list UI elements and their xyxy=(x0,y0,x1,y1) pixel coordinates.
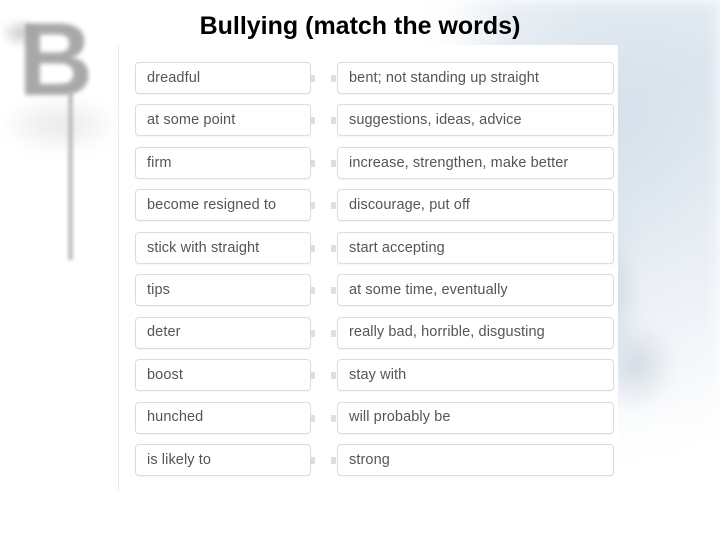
term-card[interactable]: is likely to xyxy=(135,444,311,477)
match-row: at some point suggestions, ideas, advice xyxy=(119,104,619,137)
definition-card[interactable]: discourage, put off xyxy=(337,189,614,222)
definition-label: bent; not standing up straight xyxy=(349,69,540,86)
connector-nub-left[interactable] xyxy=(310,244,315,252)
connector-nub-left[interactable] xyxy=(310,287,315,295)
term-card[interactable]: hunched xyxy=(135,401,311,434)
connector-nub-right[interactable] xyxy=(331,457,336,465)
connector-nub-left[interactable] xyxy=(310,414,315,422)
definition-label: stay with xyxy=(349,366,407,383)
connector-nub-right[interactable] xyxy=(331,329,336,337)
term-label: tips xyxy=(147,282,170,298)
connector-nub-left[interactable] xyxy=(310,457,315,465)
definition-card[interactable]: suggestions, ideas, advice xyxy=(337,104,614,137)
connector-nub-left[interactable] xyxy=(310,329,315,337)
definition-card[interactable]: bent; not standing up straight xyxy=(337,62,614,94)
term-card[interactable]: deter xyxy=(135,316,311,349)
connector-nub-left[interactable] xyxy=(310,159,315,167)
term-card[interactable]: become resigned to xyxy=(135,189,311,222)
match-row: boost stay with xyxy=(119,359,619,392)
connector-nub-right[interactable] xyxy=(331,414,336,422)
match-row: dreadful bent; not standing up straight xyxy=(119,62,619,94)
term-card[interactable]: firm xyxy=(135,146,311,179)
definition-card[interactable]: really bad, horrible, disgusting xyxy=(337,316,614,349)
background-smudge-mid xyxy=(0,95,120,155)
connector-nub-left[interactable] xyxy=(310,117,315,125)
match-row: firm increase, strengthen, make better xyxy=(119,146,619,179)
definition-label: really bad, horrible, disgusting xyxy=(349,324,545,341)
slide-canvas: B Bullying (match the words) dreadful ben… xyxy=(0,0,720,540)
term-label: at some point xyxy=(147,112,236,129)
definition-label: will probably be xyxy=(349,409,451,426)
term-label: stick with straight xyxy=(147,239,260,256)
connector-nub-right[interactable] xyxy=(331,372,336,380)
definition-card[interactable]: strong xyxy=(337,444,614,477)
term-label: become resigned to xyxy=(147,197,277,214)
exercise-panel: dreadful bent; not standing up straight at… xyxy=(118,45,618,491)
connector-nub-right[interactable] xyxy=(331,159,336,167)
match-row: hunched will probably be xyxy=(119,401,619,434)
connector-nub-right[interactable] xyxy=(331,202,336,210)
definition-label: increase, strengthen, make better xyxy=(349,154,569,171)
term-card[interactable]: boost xyxy=(135,359,311,392)
definition-card[interactable]: will probably be xyxy=(337,401,614,434)
term-card[interactable]: dreadful xyxy=(135,62,311,94)
match-row: stick with straight start accepting xyxy=(119,231,619,264)
definition-label: start accepting xyxy=(349,239,445,256)
connector-nub-left[interactable] xyxy=(310,372,315,380)
term-label: boost xyxy=(147,366,183,383)
definition-label: suggestions, ideas, advice xyxy=(349,112,522,129)
term-label: firm xyxy=(147,154,172,171)
connector-nub-left[interactable] xyxy=(310,75,315,82)
match-row: become resigned to discourage, put off xyxy=(119,189,619,222)
match-row: is likely to strong xyxy=(119,444,619,477)
term-label: is likely to xyxy=(147,451,212,468)
term-card[interactable]: tips xyxy=(135,274,311,307)
term-card[interactable]: at some point xyxy=(135,104,311,137)
definition-label: discourage, put off xyxy=(349,197,470,214)
term-label: deter xyxy=(147,324,181,341)
connector-nub-right[interactable] xyxy=(331,244,336,252)
term-label: hunched xyxy=(147,409,204,426)
connector-nub-right[interactable] xyxy=(331,117,336,125)
connector-nub-left[interactable] xyxy=(310,202,315,210)
definition-card[interactable]: increase, strengthen, make better xyxy=(337,146,614,179)
match-row: tips at some time, eventually xyxy=(119,274,619,307)
slide-title: Bullying (match the words) xyxy=(199,12,521,40)
term-label: dreadful xyxy=(147,69,201,86)
definition-label: strong xyxy=(349,451,390,468)
definition-card[interactable]: at some time, eventually xyxy=(337,274,614,307)
definition-label: at some time, eventually xyxy=(349,282,508,298)
definition-card[interactable]: start accepting xyxy=(337,231,614,264)
connector-nub-right[interactable] xyxy=(331,287,336,295)
match-row: deter really bad, horrible, disgusting xyxy=(119,316,619,349)
term-card[interactable]: stick with straight xyxy=(135,231,311,264)
definition-card[interactable]: stay with xyxy=(337,359,614,392)
connector-nub-right[interactable] xyxy=(331,75,336,82)
background-watermark-stem xyxy=(68,92,73,260)
